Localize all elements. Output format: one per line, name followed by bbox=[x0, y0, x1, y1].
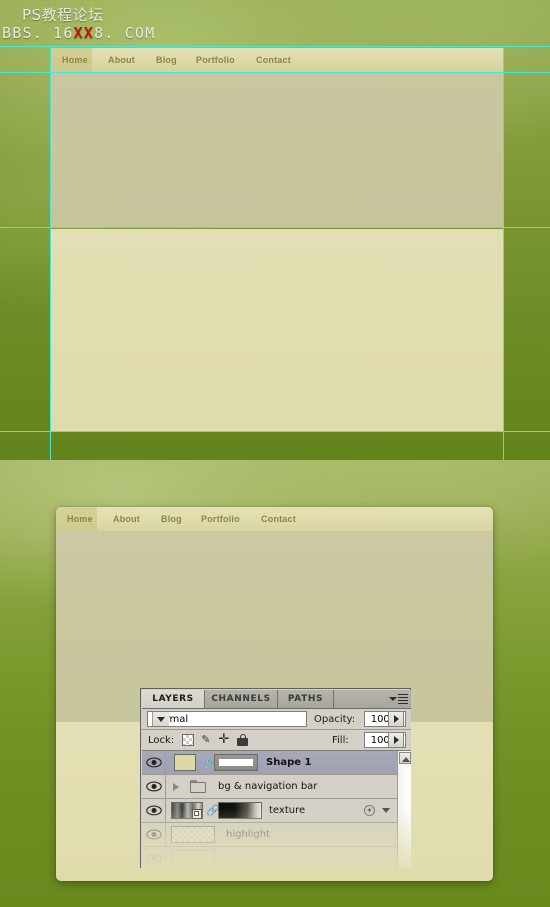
nav-item-about[interactable]: About bbox=[113, 507, 140, 531]
blend-opacity-row: Normal Opacity: 100% bbox=[142, 709, 411, 730]
opacity-stepper-arrow[interactable] bbox=[388, 711, 404, 727]
guide-horizontal-nav-top[interactable] bbox=[0, 46, 550, 47]
layer-name[interactable]: bg & navigation bar bbox=[218, 779, 317, 794]
top-nav-item-about[interactable]: About bbox=[108, 48, 135, 72]
table-row[interactable]: 🔗 Shape 1 bbox=[142, 751, 397, 775]
lock-position-icon[interactable]: ✛ bbox=[218, 733, 230, 746]
blend-mode-select[interactable]: Normal bbox=[147, 711, 307, 727]
eye-icon bbox=[146, 829, 162, 840]
lock-transparent-pixels-icon[interactable] bbox=[182, 734, 194, 746]
opacity-label: Opacity: bbox=[314, 714, 356, 725]
guide-horizontal-content-top[interactable] bbox=[0, 227, 550, 228]
layer-vector-mask-thumbnail[interactable] bbox=[214, 754, 258, 771]
layers-panel-body: LAYERS CHANNELS PATHS Normal Opacity: 10… bbox=[140, 688, 411, 868]
guide-horizontal-content-bottom[interactable] bbox=[0, 431, 550, 432]
lock-all-icon[interactable] bbox=[237, 734, 248, 746]
layer-visibility-eye-icon[interactable] bbox=[142, 847, 166, 868]
watermark-url-accent: XX bbox=[73, 24, 95, 42]
layer-name[interactable]: highlight bbox=[226, 827, 270, 842]
layer-list[interactable]: 🔗 Shape 1 bg & navigation bar 🔗 texture … bbox=[142, 751, 411, 868]
eye-icon bbox=[146, 853, 162, 864]
guide-vertical-left[interactable] bbox=[50, 46, 51, 460]
guide-vertical-right[interactable] bbox=[503, 46, 504, 460]
guide-horizontal-nav-bottom[interactable] bbox=[0, 72, 550, 73]
group-expand-triangle-icon[interactable] bbox=[173, 783, 179, 791]
table-row[interactable]: bg & navigation bar bbox=[142, 775, 397, 799]
lock-label: Lock: bbox=[148, 735, 175, 746]
panel-menu-bars-icon bbox=[398, 694, 408, 704]
layer-thumbnail[interactable] bbox=[171, 802, 203, 819]
effects-expand-triangle-icon[interactable] bbox=[382, 808, 390, 813]
fill-label: Fill: bbox=[332, 735, 349, 746]
watermark-title: PS教程论坛 bbox=[22, 6, 104, 24]
table-row[interactable] bbox=[142, 847, 397, 868]
eye-icon bbox=[146, 757, 162, 768]
layer-name[interactable]: texture bbox=[269, 803, 305, 818]
watermark-url-pre: BBS. 16 bbox=[2, 24, 74, 42]
nav-item-blog[interactable]: Blog bbox=[161, 507, 182, 531]
layer-name[interactable]: Shape 1 bbox=[266, 755, 311, 770]
tab-channels[interactable]: CHANNELS bbox=[205, 690, 278, 708]
top-nav-item-home[interactable]: Home bbox=[62, 48, 88, 72]
top-nav-item-contact[interactable]: Contact bbox=[256, 48, 291, 72]
top-mockup-panel: PS教程论坛 BBS. 16XX8. COM Home About Blog P… bbox=[0, 0, 550, 460]
eye-icon bbox=[146, 805, 162, 816]
lock-image-pixels-icon[interactable]: ✎ bbox=[200, 734, 212, 746]
layer-visibility-eye-icon[interactable] bbox=[142, 775, 166, 798]
folder-icon bbox=[190, 780, 206, 793]
nav-item-portfolio[interactable]: Portfolio bbox=[201, 507, 240, 531]
layer-link-icon[interactable]: 🔗 bbox=[202, 756, 216, 769]
top-mockup-content-block bbox=[51, 229, 503, 431]
table-row[interactable]: 🔗 texture ✦ bbox=[142, 799, 397, 823]
smart-object-badge-icon bbox=[192, 809, 202, 819]
nav-item-contact[interactable]: Contact bbox=[261, 507, 296, 531]
eye-icon bbox=[146, 781, 162, 792]
tab-layers[interactable]: LAYERS bbox=[142, 690, 205, 708]
layer-visibility-eye-icon[interactable] bbox=[142, 751, 166, 774]
scroll-up-button[interactable] bbox=[399, 752, 411, 764]
screenshot-stage: PS教程论坛 BBS. 16XX8. COM Home About Blog P… bbox=[0, 0, 550, 907]
layer-visibility-eye-icon[interactable] bbox=[142, 823, 166, 846]
layer-link-icon[interactable]: 🔗 bbox=[206, 804, 220, 817]
lock-fill-row: Lock: ✎ ✛ Fill: 100% bbox=[142, 730, 411, 751]
chevron-down-icon[interactable] bbox=[152, 712, 169, 726]
fill-stepper-arrow[interactable] bbox=[388, 732, 404, 748]
layer-mask-thumbnail[interactable] bbox=[218, 802, 262, 819]
nav-item-home[interactable]: Home bbox=[67, 507, 93, 531]
panel-menu-icon[interactable] bbox=[389, 693, 408, 705]
layer-effects-icon[interactable]: ✦ bbox=[364, 805, 375, 816]
top-nav-item-portfolio[interactable]: Portfolio bbox=[196, 48, 235, 72]
watermark-url: BBS. 16XX8. COM bbox=[2, 24, 155, 42]
top-nav-item-blog[interactable]: Blog bbox=[156, 48, 177, 72]
tab-paths[interactable]: PATHS bbox=[278, 690, 334, 708]
layer-visibility-eye-icon[interactable] bbox=[142, 799, 166, 822]
table-row[interactable]: highlight bbox=[142, 823, 397, 847]
layer-list-scrollbar[interactable] bbox=[397, 751, 411, 868]
layer-thumbnail[interactable] bbox=[171, 850, 215, 867]
layer-thumbnail[interactable] bbox=[174, 754, 196, 771]
watermark-url-post: 8. COM bbox=[94, 24, 156, 42]
layer-thumbnail[interactable] bbox=[171, 826, 215, 843]
top-mockup-header-block bbox=[51, 73, 503, 227]
photoshop-layers-panel: LAYERS CHANNELS PATHS Normal Opacity: 10… bbox=[140, 688, 411, 868]
panel-menu-triangle-icon bbox=[389, 697, 397, 701]
panel-tab-strip: LAYERS CHANNELS PATHS bbox=[142, 690, 411, 709]
